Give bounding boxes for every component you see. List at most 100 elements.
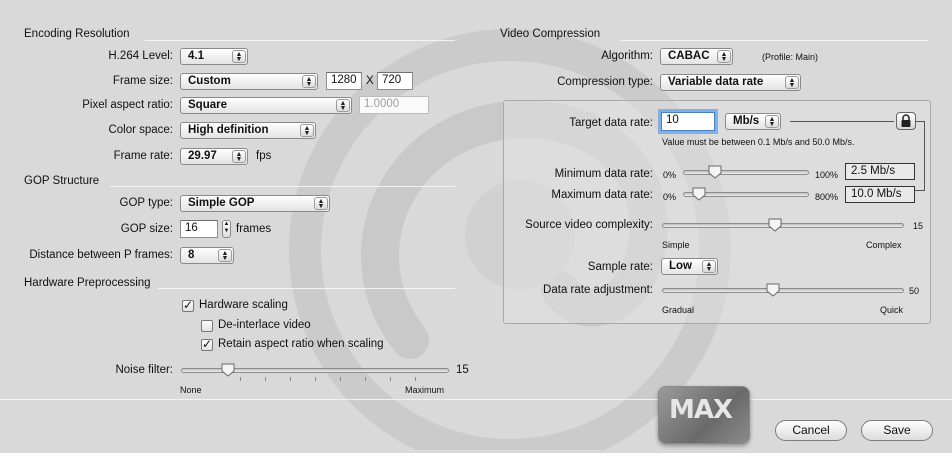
noise-filter-maximum-label: Maximum [405,385,445,395]
fps-label: fps [256,150,272,162]
frame-width-field[interactable]: 1280 [326,72,362,90]
gop-type-label: GOP type: [119,197,173,209]
noise-tick [390,377,391,381]
max-logo: MAX [658,386,750,444]
adjustment-quick-label: Quick [880,305,904,315]
color-space-value: High definition [188,124,269,136]
gop-type-value: Simple GOP [188,197,255,209]
frames-label: frames [236,223,272,235]
checkmark-icon: ✓ [183,298,194,312]
frame-rate-label: Frame rate: [113,150,173,162]
frame-size-value: Custom [188,75,231,87]
target-data-rate-label: Target data rate: [569,117,653,129]
frame-size-label: Frame size: [112,75,173,87]
adjustment-gradual-label: Gradual [662,305,695,315]
noise-filter-max: 15 [456,364,469,376]
maximum-data-rate-label: Maximum data rate: [551,189,653,201]
frame-rate-value: 29.97 [188,150,217,162]
encoding-divider [145,40,455,41]
color-space-popup[interactable]: High definition ▲ ▼ [180,122,316,139]
gop-type-popup[interactable]: Simple GOP ▲ ▼ [180,195,330,212]
hardware-scaling-checkbox[interactable]: ✓ [182,298,194,312]
footer-divider [0,399,952,400]
gop-size-field[interactable]: 16 [180,220,218,238]
sample-rate-label: Sample rate: [587,261,653,273]
compression-type-popup[interactable]: Variable data rate ▲ ▼ [660,74,801,91]
gop-divider [110,186,455,187]
frame-size-popup[interactable]: Custom ▲ ▼ [180,73,318,90]
lock-connector-line [790,121,894,122]
noise-tick [290,377,291,381]
p-frame-distance-label: Distance between P frames: [29,249,173,261]
checkmark-icon: ✓ [202,337,213,351]
complexity-max: 15 [913,221,924,231]
hardware-preprocessing-title: Hardware Preprocessing [24,277,151,289]
noise-tick [240,377,241,381]
minimum-data-rate-label: Minimum data rate: [554,168,653,180]
max-rate-left-label: 0% [663,192,677,202]
retain-aspect-label: Retain aspect ratio when scaling [218,338,384,350]
chevron-updown-icon: ▲ ▼ [336,99,350,112]
target-unit-popup[interactable]: Mb/s ▲ ▼ [725,113,781,130]
p-frame-distance-value: 8 [188,249,195,261]
save-button[interactable]: Save [861,420,933,441]
sample-rate-popup[interactable]: Low ▲ ▼ [661,258,718,275]
adjustment-slider-thumb[interactable] [766,283,780,297]
h264-level-popup[interactable]: 4.1 ▲ ▼ [180,48,248,65]
adjustment-track [662,288,904,293]
chevron-updown-icon: ▲ ▼ [302,75,316,88]
video-compression-title: Video Compression [500,28,601,40]
target-unit-value: Mb/s [733,115,760,127]
noise-tick [315,377,316,381]
noise-filter-label: Noise filter: [115,364,173,376]
frame-size-x-label: X [366,75,374,87]
noise-filter-slider-thumb[interactable] [221,363,235,377]
gop-structure-title: GOP Structure [24,175,100,187]
algorithm-value: CABAC [668,50,710,62]
noise-filter-none-label: None [180,385,202,395]
chevron-updown-icon: ▲ ▼ [717,50,731,63]
complexity-track [662,223,904,228]
hardware-divider [158,288,455,289]
chevron-updown-icon: ▲ ▼ [765,115,779,128]
max-rate-slider-thumb[interactable] [692,187,706,201]
h264-level-value: 4.1 [188,50,204,62]
min-rate-value: 2.5 Mb/s [845,163,915,180]
lock-button[interactable] [896,112,916,130]
min-rate-track [683,170,809,175]
profile-text: (Profile: Main) [762,52,819,62]
adjustment-max: 50 [909,286,920,296]
min-rate-right-label: 100% [815,170,839,180]
noise-tick [365,377,366,381]
sample-rate-value: Low [669,260,692,272]
cancel-button[interactable]: Cancel [775,420,847,441]
gop-size-stepper[interactable]: ▲ ▼ [222,220,231,238]
frame-rate-popup[interactable]: 29.97 ▲ ▼ [180,148,248,165]
color-space-label: Color space: [108,124,173,136]
h264-level-label: H.264 Level: [108,50,173,62]
noise-tick [265,377,266,381]
deinterlace-checkbox[interactable] [201,320,213,332]
hardware-scaling-label: Hardware scaling [199,299,288,311]
chevron-updown-icon: ▲ ▼ [218,249,232,262]
data-rate-adjustment-label: Data rate adjustment: [543,284,653,296]
retain-aspect-checkbox[interactable]: ✓ [201,337,213,351]
source-complexity-label: Source video complexity: [525,219,653,231]
lock-icon [901,114,911,127]
pixel-aspect-ratio-popup[interactable]: Square ▲ ▼ [180,97,352,114]
frame-height-field[interactable]: 720 [377,72,413,90]
pixel-aspect-ratio-field: 1.0000 [359,96,429,114]
lock-bracket [915,121,925,191]
target-validation-text: Value must be between 0.1 Mb/s and 50.0 … [662,137,855,147]
complexity-slider-thumb[interactable] [768,218,782,232]
min-rate-slider-thumb[interactable] [708,165,722,179]
encoding-resolution-title: Encoding Resolution [24,28,130,40]
p-frame-distance-popup[interactable]: 8 ▲ ▼ [180,247,234,264]
chevron-updown-icon: ▲ ▼ [702,260,716,273]
algorithm-popup[interactable]: CABAC ▲ ▼ [660,48,733,65]
pixel-aspect-ratio-label: Pixel aspect ratio: [82,99,173,111]
target-data-rate-field[interactable]: 10 [661,112,715,131]
complexity-simple-label: Simple [662,240,690,250]
algorithm-label: Algorithm: [601,50,653,62]
max-rate-value: 10.0 Mb/s [845,186,915,203]
